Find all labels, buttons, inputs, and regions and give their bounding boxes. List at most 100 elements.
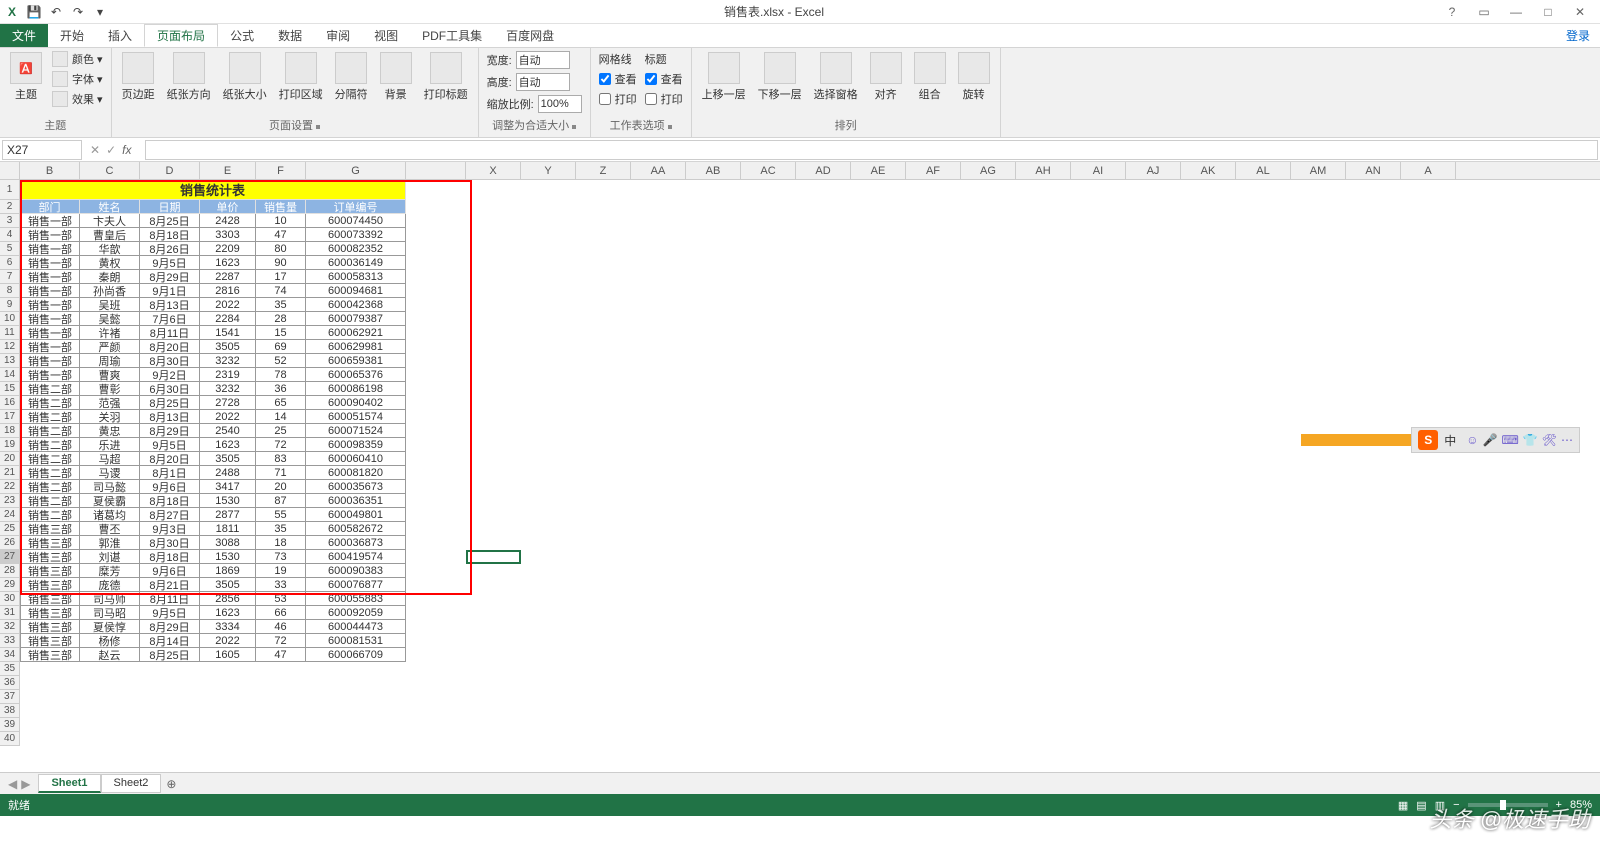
close-icon[interactable]: ✕ [1568, 2, 1592, 22]
ime-icon[interactable]: ⌨ [1501, 433, 1518, 447]
row-header[interactable]: 10 [0, 312, 20, 326]
table-cell[interactable]: 司马师 [80, 592, 140, 606]
tab-PDF工具集[interactable]: PDF工具集 [410, 24, 494, 47]
table-cell[interactable]: 2284 [200, 312, 256, 326]
table-cell[interactable]: 1605 [200, 648, 256, 662]
size-button[interactable]: 纸张大小 [219, 50, 271, 104]
table-cell[interactable]: 黄忠 [80, 424, 140, 438]
row-header[interactable]: 40 [0, 732, 20, 746]
tab-nav-prev-icon[interactable]: ◀ [8, 777, 17, 791]
table-cell[interactable]: 销售一部 [20, 256, 80, 270]
col-header[interactable]: X [466, 162, 521, 179]
spreadsheet[interactable]: BCDEFGXYZAAABACADAEAFAGAHAIAJAKALAMANA 1… [0, 162, 1600, 772]
row-header[interactable]: 37 [0, 690, 20, 704]
table-cell[interactable]: 8月20日 [140, 452, 200, 466]
table-cell[interactable]: 600071524 [306, 424, 406, 438]
table-cell[interactable]: 600098359 [306, 438, 406, 452]
table-cell[interactable]: 600062921 [306, 326, 406, 340]
table-cell[interactable]: 1623 [200, 256, 256, 270]
col-header[interactable]: Z [576, 162, 631, 179]
table-cell[interactable]: 3417 [200, 480, 256, 494]
row-header[interactable]: 25 [0, 522, 20, 536]
table-cell[interactable]: 46 [256, 620, 306, 634]
table-cell[interactable]: 关羽 [80, 410, 140, 424]
table-cell[interactable]: 黄权 [80, 256, 140, 270]
table-cell[interactable]: 1623 [200, 438, 256, 452]
table-cell[interactable]: 赵云 [80, 648, 140, 662]
table-cell[interactable]: 周瑜 [80, 354, 140, 368]
table-cell[interactable]: 乐进 [80, 438, 140, 452]
print-area-button[interactable]: 打印区域 [275, 50, 327, 104]
table-cell[interactable]: 司马懿 [80, 480, 140, 494]
table-cell[interactable]: 3505 [200, 578, 256, 592]
ime-icon[interactable]: ⋯ [1561, 433, 1573, 447]
row-header[interactable]: 36 [0, 676, 20, 690]
ime-toolbar[interactable]: S 中 ☺🎤⌨👕🛠⋯ [1301, 427, 1580, 453]
col-header[interactable]: AD [796, 162, 851, 179]
table-cell[interactable]: 8月18日 [140, 228, 200, 242]
table-cell[interactable]: 2856 [200, 592, 256, 606]
row-header[interactable]: 28 [0, 564, 20, 578]
row-header[interactable]: 31 [0, 606, 20, 620]
table-cell[interactable]: 华歆 [80, 242, 140, 256]
table-cell[interactable]: 诸葛均 [80, 508, 140, 522]
table-cell[interactable]: 35 [256, 298, 306, 312]
table-title[interactable]: 销售统计表 [20, 180, 406, 200]
table-cell[interactable]: 72 [256, 634, 306, 648]
table-cell[interactable]: 曹皇后 [80, 228, 140, 242]
table-cell[interactable]: 10 [256, 214, 306, 228]
table-cell[interactable]: 78 [256, 368, 306, 382]
gridlines-print-check[interactable] [599, 93, 611, 105]
table-cell[interactable]: 600081531 [306, 634, 406, 648]
login-link[interactable]: 登录 [1556, 24, 1600, 47]
table-cell[interactable]: 2209 [200, 242, 256, 256]
col-header[interactable]: AN [1346, 162, 1401, 179]
ime-icon[interactable]: ☺ [1466, 433, 1478, 447]
orientation-button[interactable]: 纸张方向 [163, 50, 215, 104]
ribbon-options-icon[interactable]: ▭ [1472, 2, 1496, 22]
col-header[interactable]: AL [1236, 162, 1291, 179]
row-header[interactable]: 3 [0, 214, 20, 228]
row-header[interactable]: 12 [0, 340, 20, 354]
table-cell[interactable]: 36 [256, 382, 306, 396]
row-header[interactable]: 35 [0, 662, 20, 676]
table-cell[interactable]: 69 [256, 340, 306, 354]
view-normal-icon[interactable]: ▦ [1398, 799, 1408, 812]
select-all-corner[interactable] [0, 162, 20, 179]
table-cell[interactable]: 曹丕 [80, 522, 140, 536]
col-header[interactable]: AC [741, 162, 796, 179]
table-cell[interactable]: 600082352 [306, 242, 406, 256]
table-cell[interactable]: 销售二部 [20, 452, 80, 466]
table-cell[interactable]: 17 [256, 270, 306, 284]
ime-sogou-icon[interactable]: S [1418, 430, 1438, 450]
table-cell[interactable]: 3505 [200, 340, 256, 354]
table-cell[interactable]: 马谡 [80, 466, 140, 480]
table-cell[interactable]: 9月6日 [140, 564, 200, 578]
help-icon[interactable]: ? [1440, 2, 1464, 22]
table-cell[interactable]: 600044473 [306, 620, 406, 634]
table-cell[interactable]: 8月29日 [140, 424, 200, 438]
table-cell[interactable]: 销售三部 [20, 620, 80, 634]
ime-icon[interactable]: 🎤 [1483, 433, 1498, 447]
table-cell[interactable]: 600051574 [306, 410, 406, 424]
row-header[interactable]: 14 [0, 368, 20, 382]
row-header[interactable]: 30 [0, 592, 20, 606]
row-header[interactable]: 32 [0, 620, 20, 634]
table-cell[interactable]: 销售二部 [20, 382, 80, 396]
col-header[interactable]: AB [686, 162, 741, 179]
row-header[interactable]: 7 [0, 270, 20, 284]
zoom-out-icon[interactable]: − [1453, 799, 1459, 811]
table-cell[interactable]: 600036873 [306, 536, 406, 550]
col-header[interactable]: AF [906, 162, 961, 179]
table-cell[interactable]: 600060410 [306, 452, 406, 466]
add-sheet-button[interactable]: ⊕ [161, 777, 181, 791]
table-cell[interactable]: 卞夫人 [80, 214, 140, 228]
table-cell[interactable]: 600036149 [306, 256, 406, 270]
group-button[interactable]: 组合 [910, 50, 950, 104]
table-cell[interactable]: 8月13日 [140, 298, 200, 312]
fx-icon[interactable]: fx [122, 143, 131, 157]
themes-button[interactable]: 🅰️主题 [6, 50, 46, 104]
col-header[interactable]: AG [961, 162, 1016, 179]
table-cell[interactable]: 8月29日 [140, 270, 200, 284]
col-header[interactable]: E [200, 162, 256, 179]
